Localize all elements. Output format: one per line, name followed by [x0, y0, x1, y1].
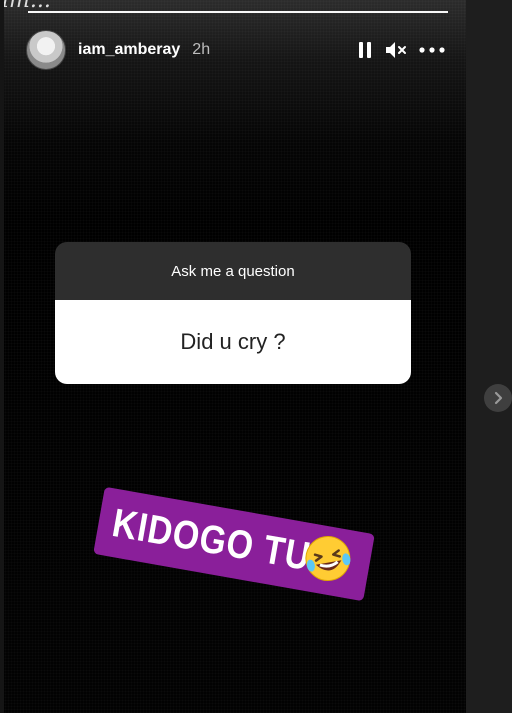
more-options-button[interactable]: [418, 45, 446, 55]
pause-button[interactable]: [356, 40, 374, 60]
username[interactable]: iam_amberay: [78, 41, 180, 59]
avatar[interactable]: [26, 30, 66, 70]
story-header: iam_amberay 2h: [26, 30, 446, 70]
mute-button[interactable]: [384, 40, 408, 60]
story-controls: [356, 40, 446, 60]
more-horizontal-icon: [419, 47, 445, 53]
rolling-on-floor-laughing-emoji: [305, 536, 351, 582]
right-side-panel: [466, 0, 512, 713]
next-story-button[interactable]: [484, 384, 512, 412]
post-time: 2h: [192, 41, 211, 58]
story-progress-fill: [28, 11, 448, 13]
question-prompt: Ask me a question: [55, 242, 411, 300]
speaker-muted-icon: [386, 42, 406, 58]
sticker-text: KIDOGO TU: [109, 500, 315, 579]
question-sticker: Ask me a question Did u cry ?: [55, 242, 411, 384]
story-viewer[interactable]: im... iam_amberay 2h Ask me a question D…: [4, 0, 466, 713]
chevron-right-icon: [494, 391, 503, 405]
text-sticker: KIDOGO TU: [93, 486, 375, 602]
pause-icon: [359, 42, 371, 58]
question-answer: Did u cry ?: [55, 300, 411, 384]
story-progress-bar: [28, 11, 448, 13]
